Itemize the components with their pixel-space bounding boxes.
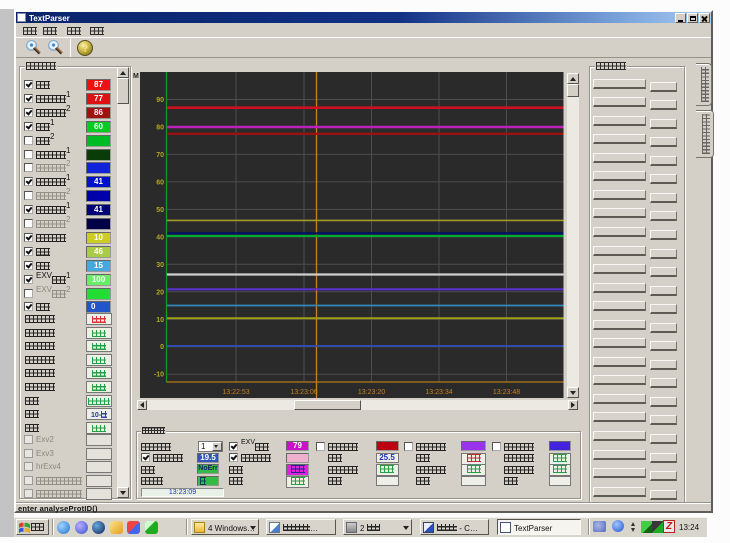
svg-text:13:23:34: 13:23:34 — [425, 389, 452, 396]
svg-text:0: 0 — [160, 344, 164, 351]
svg-text:50: 50 — [156, 206, 164, 213]
svg-text:40: 40 — [156, 234, 164, 241]
svg-text:10: 10 — [156, 316, 164, 323]
svg-text:60: 60 — [156, 179, 164, 186]
svg-text:13:23:06: 13:23:06 — [290, 389, 317, 396]
svg-text:80: 80 — [156, 124, 164, 131]
svg-text:70: 70 — [156, 151, 164, 158]
svg-text:30: 30 — [156, 261, 164, 268]
svg-text:13:23:20: 13:23:20 — [358, 389, 385, 396]
svg-text:13:23:48: 13:23:48 — [493, 389, 520, 396]
svg-text:-10: -10 — [154, 371, 164, 378]
svg-text:13:22:53: 13:22:53 — [222, 389, 249, 396]
svg-text:90: 90 — [156, 97, 164, 104]
svg-text:20: 20 — [156, 289, 164, 296]
